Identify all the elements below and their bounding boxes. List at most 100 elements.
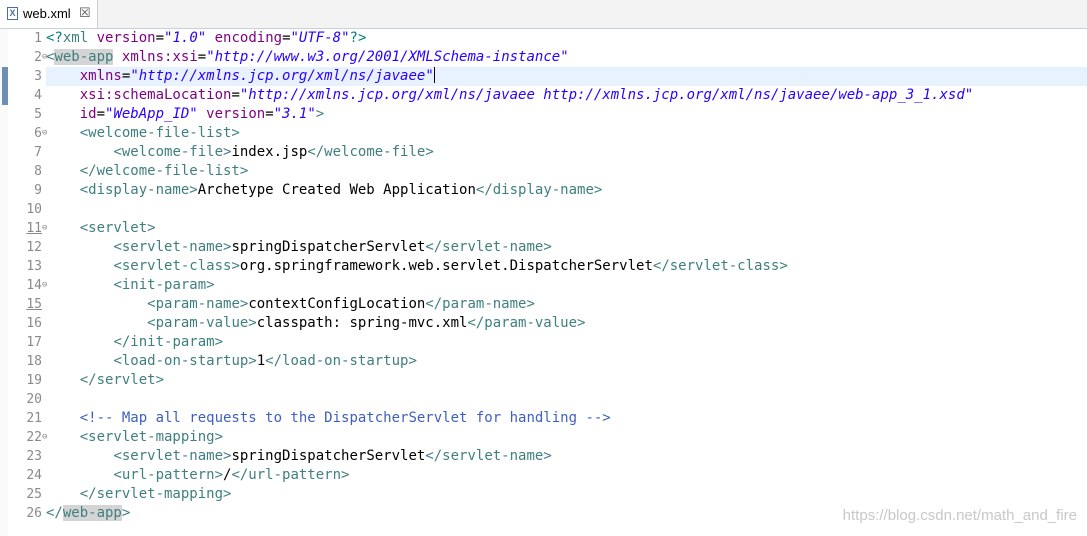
code-token: "UTF-8" (290, 30, 350, 46)
line-number: 16 (26, 316, 42, 331)
line-number: 1 (34, 31, 42, 46)
code-line[interactable]: xmlns="http://xmlns.jcp.org/xml/ns/javae… (46, 67, 1087, 86)
code-line[interactable]: </servlet-mapping> (46, 485, 232, 504)
overview-ruler (0, 29, 8, 536)
code-token: classpath: spring-mvc.xml (256, 315, 468, 331)
line-number: 7 (34, 145, 42, 160)
code-token: <load-on-startup> (113, 353, 257, 369)
line-number: 25 (26, 487, 42, 502)
code-token: = (96, 106, 106, 122)
code-line[interactable]: <welcome-file>index.jsp</welcome-file> (46, 143, 434, 162)
code-token: springDispatcherServlet (231, 239, 426, 255)
code-line[interactable]: <servlet-mapping> (46, 428, 223, 447)
close-icon[interactable]: ☒ (79, 5, 91, 21)
code-token: <servlet-class> (113, 258, 240, 274)
code-token: index.jsp (231, 144, 308, 160)
code-token: <welcome-file> (113, 144, 232, 160)
code-line[interactable]: <load-on-startup>1</load-on-startup> (46, 352, 416, 371)
line-number: 11 (26, 221, 42, 236)
code-line[interactable]: <!-- Map all requests to the DispatcherS… (46, 409, 611, 428)
line-number: 20 (26, 392, 42, 407)
code-line[interactable]: <url-pattern>/</url-pattern> (46, 466, 349, 485)
code-line[interactable]: </init-param> (46, 333, 223, 352)
code-token: </welcome-file> (307, 144, 434, 160)
line-number: 3 (34, 69, 42, 84)
line-number: 10 (26, 202, 42, 217)
code-token: "WebApp_ID" (105, 106, 198, 122)
code-token: </param-name> (425, 296, 535, 312)
code-line[interactable]: <?xml version="1.0" encoding="UTF-8"?> (46, 29, 366, 48)
code-line[interactable]: <param-value>classpath: spring-mvc.xml</… (46, 314, 585, 333)
line-number: 14 (26, 278, 42, 293)
code-token: id (79, 106, 97, 122)
code-token: <init-param> (113, 277, 215, 293)
code-token: <!-- Map all requests to the DispatcherS… (79, 410, 611, 426)
code-line[interactable]: <init-param> (46, 276, 215, 295)
code-token: <param-value> (147, 315, 257, 331)
line-number: 2 (34, 50, 42, 65)
code-token: "3.1" (273, 106, 316, 122)
code-line[interactable]: </welcome-file-list> (46, 162, 249, 181)
code-token: </servlet-name> (425, 448, 552, 464)
code-line[interactable]: <servlet> (46, 219, 156, 238)
code-token: = (231, 87, 240, 103)
line-number: 22 (26, 430, 42, 445)
code-token: xmlns (79, 68, 122, 84)
tab-web-xml[interactable]: X web.xml ☒ (0, 0, 98, 28)
code-token: xsi:schemaLocation (79, 87, 232, 103)
code-token: version (96, 30, 156, 46)
code-token: <servlet-name> (113, 448, 232, 464)
code-line[interactable]: <display-name>Archetype Created Web Appl… (46, 181, 603, 200)
code-token: > (315, 106, 325, 122)
code-line[interactable]: xsi:schemaLocation="http://xmlns.jcp.org… (46, 86, 973, 105)
code-token: version (206, 106, 266, 122)
xml-file-icon: X (7, 7, 18, 20)
code-token: xmlns:xsi (121, 49, 198, 65)
code-token: "http://www.w3.org/2001/XMLSchema-instan… (206, 49, 569, 65)
code-line[interactable]: <servlet-name>springDispatcherServlet</s… (46, 447, 552, 466)
code-editor[interactable]: 1 2 ⊖ 3 4 5 6 ⊖ 7 8 9 10 11 ⊖ 12 13 14 ⊖ 15 16 17 18 19 20 21 22 ⊖… (0, 29, 1087, 536)
code-line[interactable]: id="WebApp_ID" version="3.1"> (46, 105, 325, 124)
code-line[interactable]: </web-app> (46, 504, 130, 523)
code-line[interactable]: <servlet-name>springDispatcherServlet</s… (46, 238, 552, 257)
code-token: contextConfigLocation (248, 296, 426, 312)
code-token: </url-pattern> (231, 467, 350, 483)
line-number: 9 (34, 183, 42, 198)
line-number: 26 (26, 506, 42, 521)
code-line[interactable]: <welcome-file-list> (46, 124, 240, 143)
code-token: <servlet> (79, 220, 156, 236)
code-line[interactable]: <web-app xmlns:xsi="http://www.w3.org/20… (46, 48, 569, 67)
code-line[interactable]: <servlet-class>org.springframework.web.s… (46, 257, 787, 276)
code-token: <param-name> (147, 296, 249, 312)
code-token: "http://xmlns.jcp.org/xml/ns/javaee" (130, 68, 434, 84)
code-token: ?> (349, 30, 367, 46)
code-token: <url-pattern> (113, 467, 224, 483)
code-token: </ (46, 505, 63, 521)
code-token: "1.0" (164, 30, 207, 46)
code-token: = (282, 30, 291, 46)
code-token: web-app (62, 505, 122, 521)
line-number: 17 (26, 335, 42, 350)
line-number: 12 (26, 240, 42, 255)
code-line[interactable]: <param-name>contextConfigLocation</param… (46, 295, 535, 314)
line-number: 6 (34, 126, 42, 141)
code-token: </servlet-name> (425, 239, 552, 255)
code-line[interactable]: </servlet> (46, 371, 164, 390)
